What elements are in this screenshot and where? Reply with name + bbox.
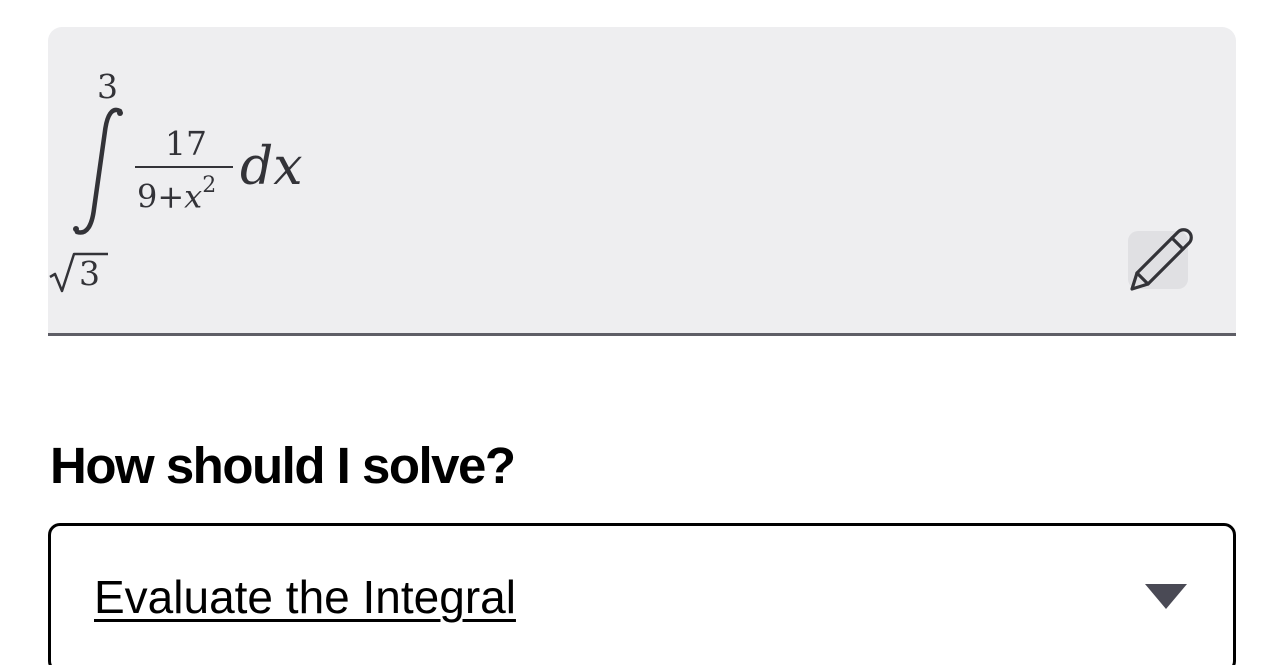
denominator-exponent: 2 [202,173,217,198]
integral-expression: 3 3 17 9+x2 dx [48,27,348,317]
solve-heading: How should I solve? [50,437,516,494]
edit-expression-button[interactable] [1128,228,1193,291]
fraction-bar [135,166,233,168]
differential: dx [240,137,303,197]
selected-method: Evaluate the Integral [94,571,516,623]
page: 3 3 17 9+x2 dx How should I solve? Evalu… [0,0,1284,665]
denominator-variable: x [184,177,203,216]
denominator-constant: 9 [137,177,158,216]
lower-limit: 3 [48,251,118,295]
expression-input[interactable]: 3 3 17 9+x2 dx [48,27,1236,336]
upper-limit: 3 [97,67,118,106]
solve-method-dropdown[interactable]: Evaluate the Integral [48,523,1236,665]
denominator-operator: + [157,177,185,216]
chevron-down-icon [1145,584,1187,609]
fraction-numerator: 17 [165,124,207,163]
integral-sign [73,107,123,235]
fraction-denominator: 9+x2 [137,173,216,216]
lower-limit-radicand: 3 [79,254,100,293]
pencil-icon [1130,228,1193,291]
